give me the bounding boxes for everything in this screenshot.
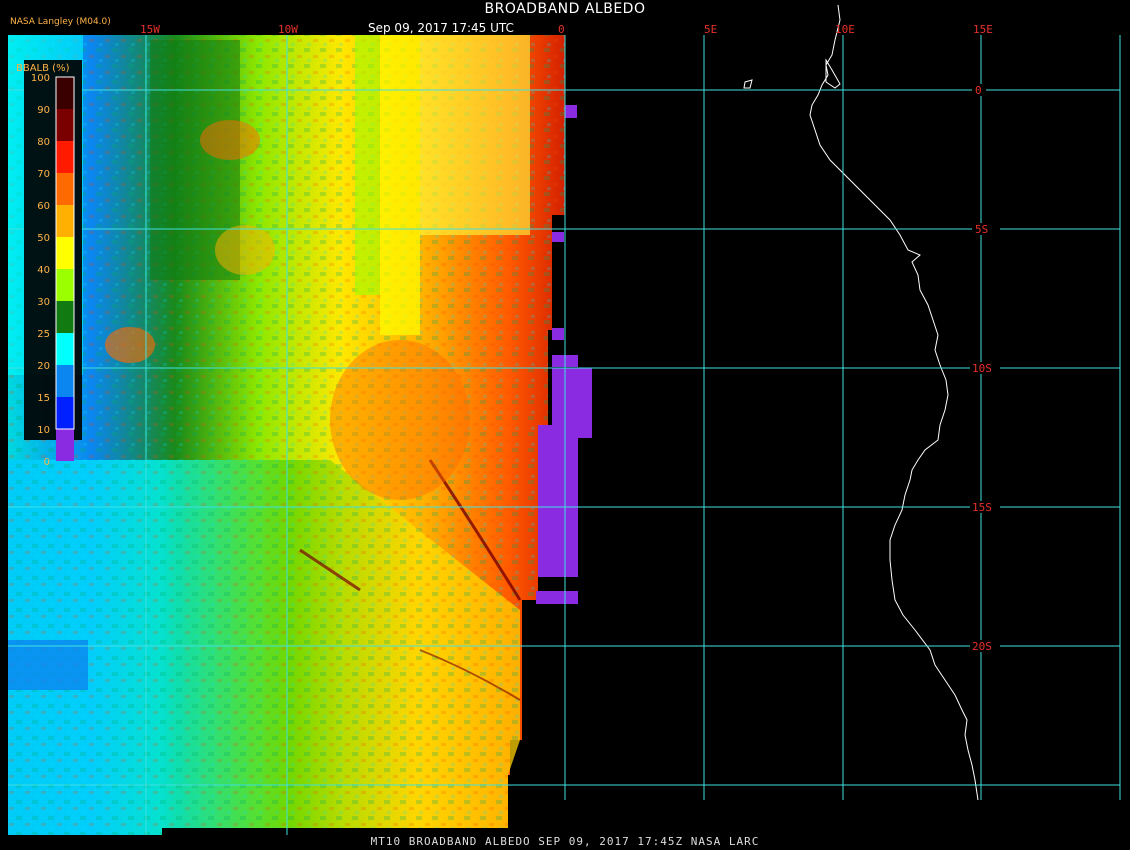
colorbar-tick-label: 15 xyxy=(37,393,50,404)
latitude-labels: 0 5S 10S 15S 20S xyxy=(970,84,1000,653)
colorbar-tick-label: 70 xyxy=(37,169,50,180)
lat-label: 0 xyxy=(975,84,982,97)
colorbar-legend: BBALB (%) 10090807060504030252015100 xyxy=(16,60,82,468)
colorbar-tick-label: 25 xyxy=(37,329,50,340)
colorbar-swatch xyxy=(56,333,74,365)
colorbar-swatch xyxy=(56,397,74,429)
lon-label: 5E xyxy=(704,23,717,36)
lon-label: 0 xyxy=(558,23,565,36)
colorbar-swatch xyxy=(56,173,74,205)
colorbar-tick-label: 30 xyxy=(37,297,50,308)
lat-label: 5S xyxy=(975,223,988,236)
colorbar-swatch xyxy=(56,269,74,301)
colorbar-swatches xyxy=(56,77,74,461)
lat-label: 15S xyxy=(972,501,992,514)
colorbar-tick-label: 0 xyxy=(44,457,50,468)
colorbar-swatch xyxy=(56,77,74,109)
colorbar-tick-label: 10 xyxy=(37,425,50,436)
lon-label: 10E xyxy=(835,23,855,36)
lat-label: 10S xyxy=(972,362,992,375)
colorbar-swatch xyxy=(56,109,74,141)
colorbar-tick-label: 20 xyxy=(37,361,50,372)
colorbar-swatch xyxy=(56,141,74,173)
colorbar-tick-label: 50 xyxy=(37,233,50,244)
colorbar-tick-label: 100 xyxy=(31,73,50,84)
colorbar-tick-label: 60 xyxy=(37,201,50,212)
lon-label: 15E xyxy=(973,23,993,36)
colorbar-swatch xyxy=(56,301,74,333)
colorbar-tick-label: 40 xyxy=(37,265,50,276)
lat-label: 20S xyxy=(972,640,992,653)
colorbar-tick-label: 90 xyxy=(37,105,50,116)
albedo-swath xyxy=(8,35,592,835)
coastline xyxy=(809,4,979,801)
colorbar-tick-label: 80 xyxy=(37,137,50,148)
footer-caption: MT10 BROADBAND ALBEDO SEP 09, 2017 17:45… xyxy=(370,835,760,848)
colorbar-swatch xyxy=(56,205,74,237)
colorbar-swatch xyxy=(56,365,74,397)
albedo-map: 15W 10W 0 5E 10E 15E 0 5S 10S 15S 20S BB… xyxy=(8,4,1121,835)
island xyxy=(743,79,753,89)
longitude-labels: 15W 10W 0 5E 10E 15E xyxy=(140,23,993,36)
colorbar-swatch xyxy=(56,429,74,461)
colorbar-swatch xyxy=(56,237,74,269)
lon-label: 10W xyxy=(278,23,298,36)
lon-label: 15W xyxy=(140,23,160,36)
